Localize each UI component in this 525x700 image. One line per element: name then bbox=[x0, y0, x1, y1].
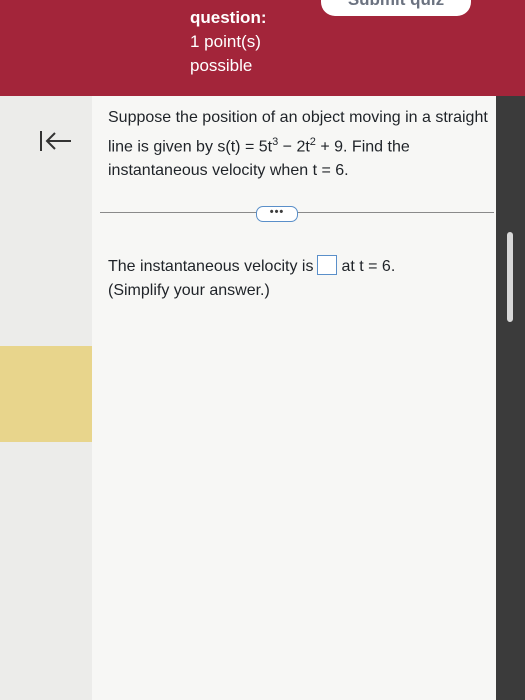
submit-quiz-label: Submit quiz bbox=[321, 0, 471, 10]
question-points-info: question: 1 point(s) possible bbox=[190, 6, 267, 78]
question-text-part2: − 2t bbox=[278, 138, 310, 156]
possible-label: possible bbox=[190, 56, 253, 75]
quiz-header: question: 1 point(s) possible Submit qui… bbox=[0, 0, 525, 96]
points-label: 1 point(s) bbox=[190, 32, 261, 51]
expand-more-button[interactable]: ••• bbox=[256, 206, 298, 222]
right-scroll-region bbox=[496, 96, 525, 700]
answer-suffix: at t = 6. bbox=[341, 258, 396, 275]
scrollbar-thumb[interactable] bbox=[507, 232, 513, 322]
current-question-indicator bbox=[0, 346, 92, 442]
question-text: Suppose the position of an object moving… bbox=[108, 106, 488, 183]
answer-prefix: The instantaneous velocity is bbox=[108, 258, 314, 275]
answer-input[interactable] bbox=[317, 255, 338, 275]
collapse-left-icon[interactable] bbox=[38, 128, 74, 154]
submit-quiz-button[interactable]: Submit quiz bbox=[321, 0, 471, 16]
answer-hint: (Simplify your answer.) bbox=[108, 282, 270, 299]
left-navigation-rail bbox=[0, 96, 92, 700]
answer-area: The instantaneous velocity is at t = 6. (… bbox=[108, 255, 488, 303]
question-label: question: bbox=[190, 8, 267, 27]
question-panel bbox=[92, 96, 496, 700]
